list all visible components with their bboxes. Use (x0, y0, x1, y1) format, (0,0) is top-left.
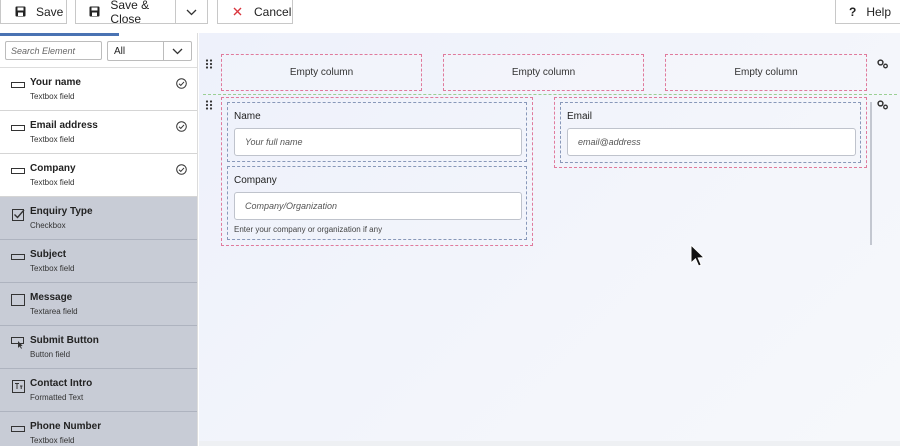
mouse-cursor-icon (690, 244, 706, 267)
element-name: Email address (30, 120, 98, 131)
canvas-scrollbar[interactable] (870, 102, 872, 245)
element-type: Button field (30, 350, 71, 359)
form-column-right: Email (554, 97, 867, 168)
row-settings-gear-icon[interactable] (877, 59, 889, 69)
element-type: Textbox field (30, 264, 75, 273)
element-name: Submit Button (30, 335, 99, 346)
floppy-disk-icon (88, 5, 101, 19)
element-type: Textarea field (30, 307, 78, 316)
element-list: Your name Textbox field Email address Te… (0, 68, 197, 446)
textbox-icon (11, 122, 25, 134)
row-settings-gear-icon[interactable] (877, 100, 889, 110)
element-name: Subject (30, 249, 67, 260)
chevron-down-icon (186, 5, 197, 19)
save-options-dropdown-button[interactable] (175, 0, 208, 24)
check-circle-icon (176, 164, 188, 176)
check-circle-icon (176, 78, 188, 90)
cancel-button[interactable]: Cancel (217, 0, 293, 24)
empty-column[interactable]: Empty column (221, 54, 422, 91)
save-close-button-label: Save & Close (110, 0, 150, 26)
element-item-enquiry-type[interactable]: Enquiry Type Checkbox (0, 197, 197, 240)
close-icon (230, 5, 244, 19)
company-field-block[interactable]: Company Enter your company or organizati… (227, 166, 527, 240)
textarea-icon (11, 294, 25, 306)
empty-column[interactable]: Empty column (665, 54, 867, 91)
question-icon: ? (849, 4, 857, 19)
field-help-text: Enter your company or organization if an… (234, 225, 383, 234)
sidebar-filter-bar: All (0, 36, 197, 68)
save-button-label: Save (36, 4, 64, 19)
bottom-bar (199, 441, 900, 446)
email-field-block[interactable]: Email (560, 102, 861, 163)
name-input[interactable] (234, 128, 522, 156)
textbox-icon (11, 423, 25, 435)
element-filter-select[interactable]: All (107, 41, 192, 61)
textbox-icon (11, 79, 25, 91)
element-name: Message (30, 292, 73, 303)
check-circle-icon (176, 121, 188, 133)
element-name: Enquiry Type (30, 206, 93, 217)
element-item-your-name[interactable]: Your name Textbox field (0, 68, 197, 111)
element-type: Checkbox (30, 221, 66, 230)
element-item-submit-button[interactable]: Submit Button Button field (0, 326, 197, 369)
field-label: Email (567, 111, 593, 122)
form-row-1: Empty column Empty column Empty column (221, 54, 867, 91)
save-close-button[interactable]: Save & Close (75, 0, 180, 26)
element-type: Formatted Text (30, 393, 84, 402)
email-input[interactable] (567, 128, 856, 156)
formatted-text-icon (11, 379, 25, 393)
textbox-icon (11, 251, 25, 263)
help-button[interactable]: ? Help (835, 0, 900, 24)
element-type: Textbox field (30, 178, 75, 187)
field-label: Name (234, 111, 261, 122)
button-icon (11, 337, 25, 349)
element-item-email-address[interactable]: Email address Textbox field (0, 111, 197, 154)
element-item-company[interactable]: Company Textbox field (0, 154, 197, 197)
element-item-message[interactable]: Message Textarea field (0, 283, 197, 326)
element-item-phone-number[interactable]: Phone Number Textbox field (0, 412, 197, 446)
form-column-left: Name Company Enter your company or organ… (221, 97, 533, 246)
element-item-subject[interactable]: Subject Textbox field (0, 240, 197, 283)
form-builder-canvas: Empty column Empty column Empty column N… (199, 33, 900, 446)
cancel-button-label: Cancel (254, 4, 292, 19)
checkbox-icon (11, 208, 25, 221)
row-drag-handle-icon[interactable] (205, 100, 213, 110)
element-type: Textbox field (30, 92, 75, 101)
chevron-down-icon (163, 42, 191, 60)
row-drag-handle-icon[interactable] (205, 59, 213, 69)
element-name: Company (30, 163, 76, 174)
company-input[interactable] (234, 192, 522, 220)
element-name: Phone Number (30, 421, 102, 432)
element-name: Your name (30, 77, 81, 88)
empty-column[interactable]: Empty column (443, 54, 644, 91)
element-type: Textbox field (30, 436, 75, 445)
save-button[interactable]: Save (0, 0, 67, 24)
name-field-block[interactable]: Name (227, 102, 527, 162)
textbox-icon (11, 165, 25, 177)
toolbar: Save Save & Close Cancel ? Help (0, 0, 900, 26)
element-item-contact-intro[interactable]: Contact Intro Formatted Text (0, 369, 197, 412)
element-filter-value: All (114, 45, 126, 57)
floppy-disk-icon (13, 5, 27, 19)
search-element-input[interactable] (5, 41, 102, 60)
element-name: Contact Intro (30, 378, 93, 389)
row-divider (203, 94, 897, 95)
element-type: Textbox field (30, 135, 75, 144)
element-sidebar: All Your name Textbox field Email addres… (0, 33, 198, 446)
field-label: Company (234, 175, 277, 186)
help-button-label: Help (866, 4, 892, 19)
